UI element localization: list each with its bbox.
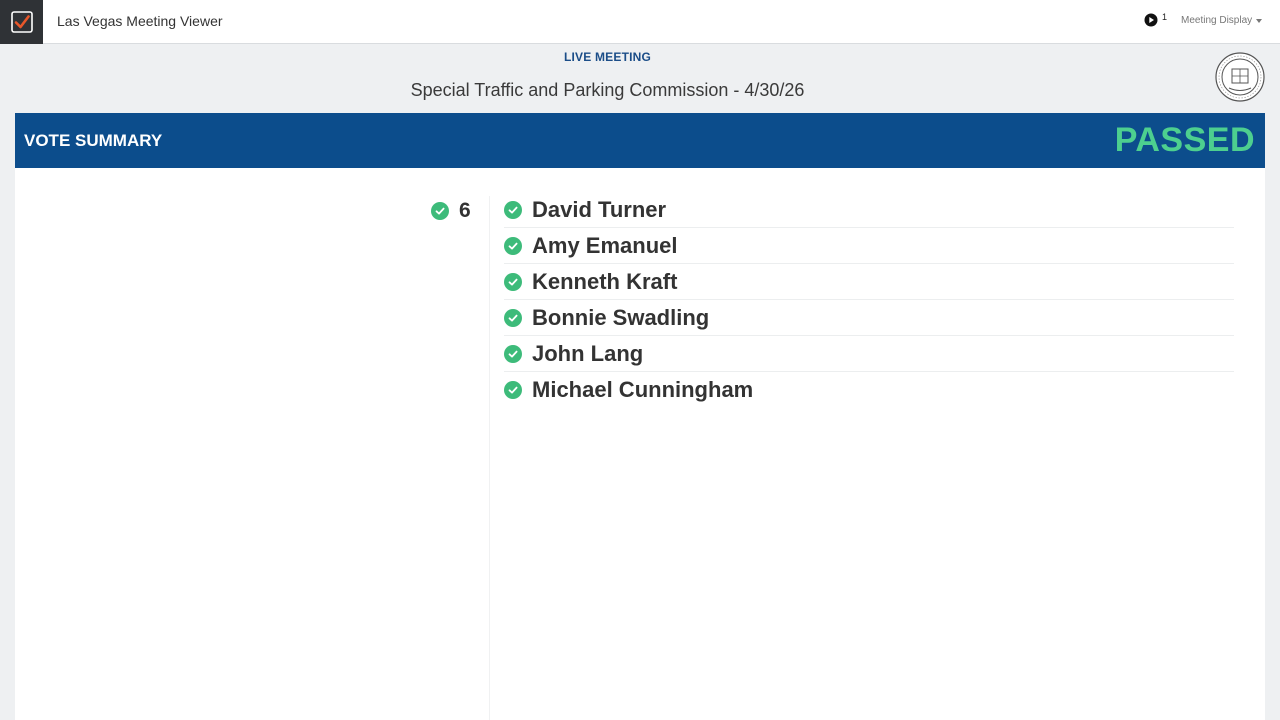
- voter-row: Kenneth Kraft: [504, 264, 1234, 300]
- check-circle-icon: [504, 200, 522, 219]
- voter-name: John Lang: [532, 340, 644, 366]
- voter-name: David Turner: [532, 196, 667, 222]
- check-circle-icon: [504, 236, 522, 255]
- vote-result-status: PASSED: [1114, 121, 1255, 159]
- voter-row: John Lang: [504, 336, 1234, 372]
- voter-name: Kenneth Kraft: [532, 268, 678, 294]
- caret-down-icon: [1256, 18, 1263, 23]
- voter-row: David Turner: [504, 192, 1234, 228]
- check-circle-icon: [504, 380, 522, 399]
- city-seal-icon: [1215, 52, 1265, 102]
- play-icon: [1144, 13, 1158, 27]
- voter-row: Bonnie Swadling: [504, 300, 1234, 336]
- meeting-title: Special Traffic and Parking Commission -…: [410, 80, 805, 100]
- voter-row: Michael Cunningham: [504, 372, 1234, 407]
- check-circle-icon: [504, 344, 522, 363]
- top-bar: Las Vegas Meeting Viewer 1 Meeting Displ…: [0, 0, 1280, 44]
- vote-summary-title: VOTE SUMMARY: [24, 131, 163, 150]
- check-circle-icon: [431, 202, 449, 220]
- meeting-display-dropdown[interactable]: Meeting Display: [1181, 15, 1263, 26]
- meeting-display-label: Meeting Display: [1181, 15, 1253, 26]
- column-divider: [489, 196, 490, 720]
- play-count: 1: [1162, 12, 1168, 22]
- app-title: Las Vegas Meeting Viewer: [57, 13, 223, 29]
- yes-vote-summary: 6: [431, 199, 471, 223]
- voter-row: Amy Emanuel: [504, 228, 1234, 264]
- yes-vote-count: 6: [459, 199, 471, 222]
- check-circle-icon: [504, 308, 522, 327]
- app-logo-checkbox-icon[interactable]: [0, 0, 43, 44]
- vote-details-panel: 6 David Turner Amy Emanuel Kenneth Kraft…: [15, 168, 1265, 720]
- voter-list: David Turner Amy Emanuel Kenneth Kraft B…: [504, 192, 1234, 407]
- check-circle-icon: [504, 272, 522, 291]
- play-button[interactable]: 1: [1144, 12, 1168, 27]
- voter-name: Michael Cunningham: [532, 376, 754, 402]
- live-meeting-label: LIVE MEETING: [563, 50, 652, 64]
- voter-name: Amy Emanuel: [532, 232, 678, 258]
- vote-summary-bar: VOTE SUMMARY PASSED: [15, 113, 1265, 168]
- voter-name: Bonnie Swadling: [532, 304, 710, 330]
